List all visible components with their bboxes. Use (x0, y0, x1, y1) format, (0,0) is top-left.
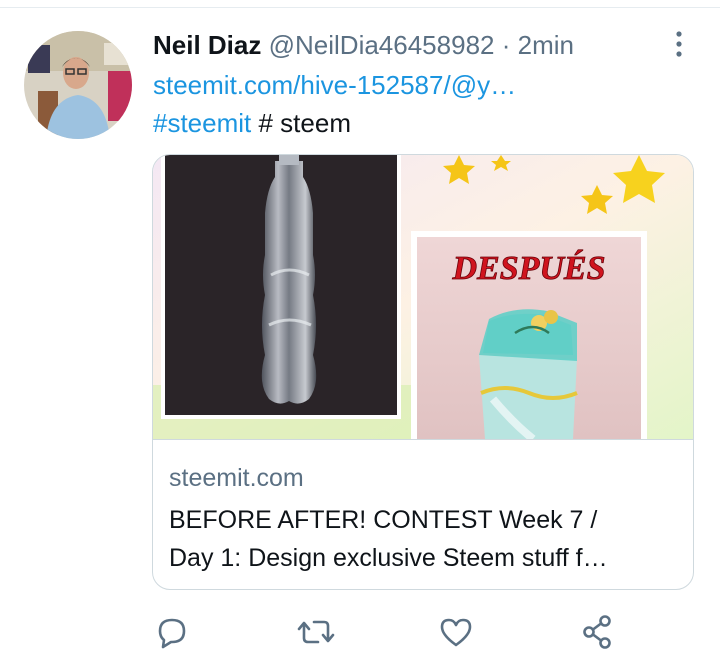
card-domain: steemit.com (169, 464, 304, 492)
tweet-tags: #steemit # steem (153, 105, 351, 141)
tweet-actions (152, 612, 632, 652)
tweet-extra-text: # steem (258, 108, 352, 138)
despues-label: DESPUÉS (451, 250, 605, 287)
hashtag-steemit[interactable]: #steemit (153, 108, 251, 138)
link-preview-card[interactable]: DESPUÉS steemit.com BEFORE AFTER! CONTES… (152, 154, 694, 590)
more-vertical-icon[interactable] (668, 30, 690, 58)
reply-icon[interactable] (152, 612, 192, 652)
user-handle[interactable]: @NeilDia46458982 (269, 30, 495, 60)
card-title-line-1: BEFORE AFTER! CONTEST Week 7 / (169, 506, 598, 534)
share-icon[interactable] (578, 612, 618, 652)
tweet-link[interactable]: steemit.com/hive-152587/@y… (153, 67, 516, 103)
timestamp[interactable]: 2min (518, 30, 574, 60)
tweet-header: Neil Diaz @NeilDia46458982 · 2min (153, 27, 574, 63)
retweet-icon[interactable] (296, 612, 336, 652)
display-name[interactable]: Neil Diaz (153, 30, 261, 60)
heart-icon[interactable] (436, 612, 476, 652)
separator-dot: · (501, 30, 511, 60)
avatar[interactable] (24, 31, 132, 139)
top-divider (0, 7, 720, 8)
card-image: DESPUÉS (153, 155, 693, 440)
card-title: BEFORE AFTER! CONTEST Week 7 / Day 1: De… (169, 501, 684, 577)
card-title-line-2: Day 1: Design exclusive Steem stuff f… (169, 544, 608, 572)
